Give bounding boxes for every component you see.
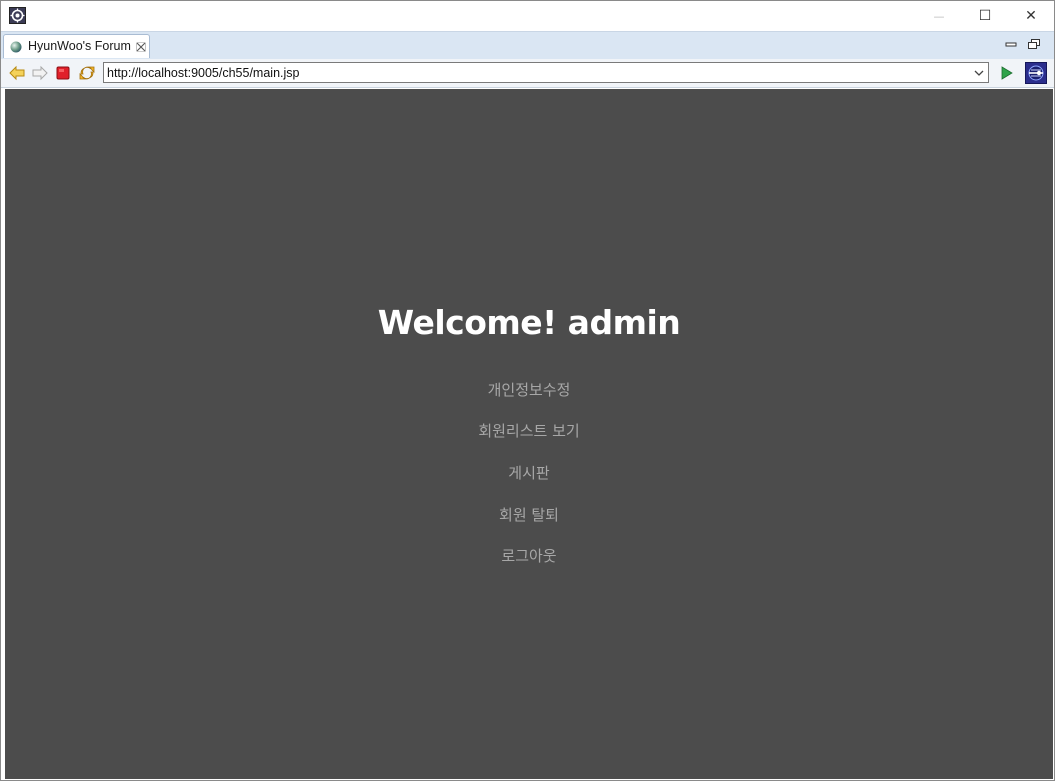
globe-icon — [10, 41, 22, 53]
tab-close-icon[interactable] — [136, 42, 146, 52]
title-bar: — ☐ ✕ — [1, 1, 1054, 31]
link-edit-profile[interactable]: 개인정보수정 — [5, 379, 1053, 400]
page-content: Welcome! admin 개인정보수정 회원리스트 보기 게시판 회원 탈퇴… — [5, 89, 1053, 779]
browser-window: — ☐ ✕ HyunWoo's Forum http://localhost:9… — [0, 0, 1055, 781]
view-restore-icon[interactable] — [1028, 39, 1040, 49]
tab-title: HyunWoo's Forum — [28, 39, 131, 53]
window-maximize-button[interactable]: ☐ — [962, 1, 1008, 31]
browser-toolbar — [1, 59, 1054, 88]
tab-bar: HyunWoo's Forum — [1, 31, 1054, 60]
back-arrow-icon[interactable] — [8, 64, 26, 82]
view-minimize-icon[interactable] — [1005, 39, 1017, 49]
link-logout[interactable]: 로그아웃 — [5, 545, 1053, 566]
go-play-icon[interactable] — [997, 64, 1015, 82]
tab-hyunwoos-forum[interactable]: HyunWoo's Forum — [3, 34, 150, 58]
close-icon: ✕ — [1025, 8, 1037, 24]
window-minimize-button[interactable]: — — [916, 1, 962, 31]
link-withdraw-membership[interactable]: 회원 탈퇴 — [5, 504, 1053, 525]
url-input[interactable] — [107, 64, 967, 81]
welcome-heading: Welcome! admin — [377, 303, 681, 342]
refresh-icon[interactable] — [78, 64, 96, 82]
forward-arrow-icon[interactable] — [31, 64, 49, 82]
link-member-list[interactable]: 회원리스트 보기 — [5, 420, 1053, 441]
window-close-button[interactable]: ✕ — [1008, 1, 1054, 31]
url-bar[interactable] — [103, 62, 989, 83]
stop-icon[interactable] — [54, 64, 72, 82]
eclipse-logo-icon[interactable] — [1025, 62, 1047, 84]
minimize-icon: — — [933, 9, 945, 23]
maximize-icon: ☐ — [978, 8, 992, 24]
link-board[interactable]: 게시판 — [5, 462, 1053, 483]
eclipse-app-icon — [9, 7, 26, 24]
dropdown-chevron-icon[interactable] — [973, 67, 985, 79]
